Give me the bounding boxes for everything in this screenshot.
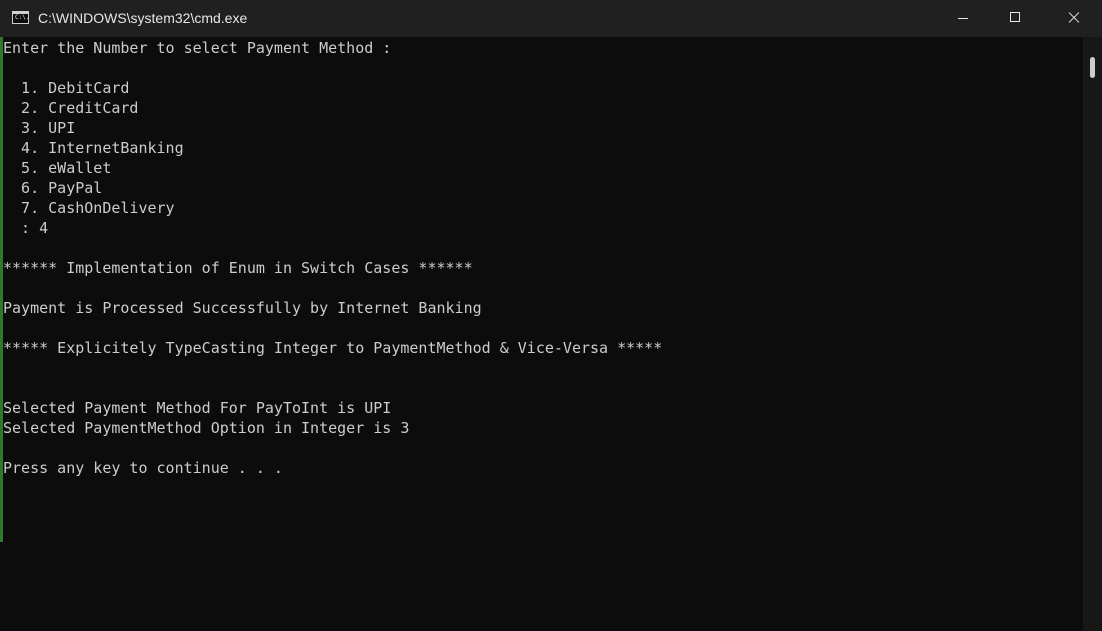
console-line: 1. DebitCard xyxy=(3,79,130,97)
cmd-icon-label: C:\. xyxy=(15,14,30,21)
console-line: ****** Implementation of Enum in Switch … xyxy=(3,259,473,277)
console-line: Enter the Number to select Payment Metho… xyxy=(3,39,392,57)
console-line: Press any key to continue . . . xyxy=(3,459,283,477)
console-line: 3. UPI xyxy=(3,119,76,137)
window-title: C:\WINDOWS\system32\cmd.exe xyxy=(38,10,248,26)
cmd-icon[interactable]: C:\. xyxy=(12,11,29,24)
console-line: 6. PayPal xyxy=(3,179,103,197)
console-line: : 4 xyxy=(3,219,49,237)
console-line: Selected PaymentMethod Option in Integer… xyxy=(3,419,410,437)
close-button[interactable] xyxy=(1052,0,1098,37)
title-bar[interactable]: C:\. C:\WINDOWS\system32\cmd.exe xyxy=(0,0,1102,37)
console-line: 7. CashOnDelivery xyxy=(3,199,175,217)
console-line: Selected Payment Method For PayToInt is … xyxy=(3,399,392,417)
maximize-button[interactable] xyxy=(992,0,1038,37)
console-line: 5. eWallet xyxy=(3,159,112,177)
minimize-button[interactable] xyxy=(941,0,987,37)
cmd-window: C:\. C:\WINDOWS\system32\cmd.exe Enter t… xyxy=(0,0,1102,631)
console-line: Payment is Processed Successfully by Int… xyxy=(3,299,482,317)
scrollbar-thumb[interactable] xyxy=(1090,57,1095,78)
console-line: ***** Explicitely TypeCasting Integer to… xyxy=(3,339,663,357)
vertical-scrollbar[interactable] xyxy=(1083,37,1102,631)
console-line: 2. CreditCard xyxy=(3,99,139,117)
console-line: 4. InternetBanking xyxy=(3,139,184,157)
console-output[interactable]: Enter the Number to select Payment Metho… xyxy=(3,37,1081,631)
